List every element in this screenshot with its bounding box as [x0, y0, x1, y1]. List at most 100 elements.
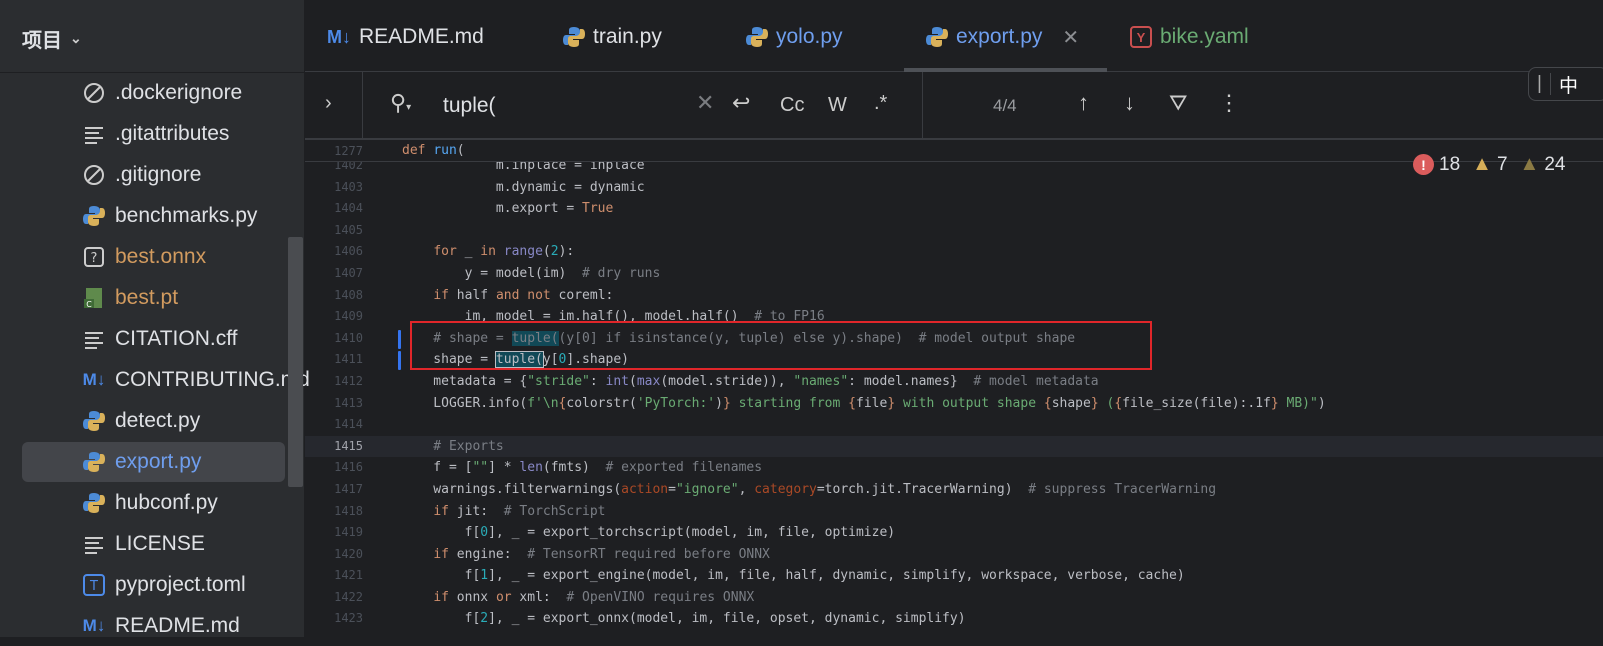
file-item[interactable]: M↓ CONTRIBUTING.md	[22, 360, 310, 400]
code-text: f = [""] * len(fmts) # exported filename…	[402, 457, 762, 479]
unknown-file-icon: ?	[82, 245, 106, 269]
file-name: CONTRIBUTING.md	[115, 368, 310, 391]
code-text: def run(	[402, 140, 465, 162]
tab-label: export.py	[956, 25, 1043, 48]
code-line[interactable]: 1407 y = model(im) # dry runs	[305, 263, 1603, 285]
file-item[interactable]: ? best.onnx	[22, 237, 285, 277]
next-match-icon[interactable]: ↓	[1124, 90, 1135, 116]
line-number: 1418	[334, 503, 363, 518]
file-name: .gitattributes	[115, 122, 230, 145]
file-item[interactable]: .dockerignore	[22, 73, 285, 113]
code-editor[interactable]: 1277 def run( 1402 m.inplace = inplace 140…	[305, 140, 1603, 637]
code-line[interactable]: 1413 LOGGER.info(f'\n {colorstr('PyTorch:…	[305, 393, 1603, 415]
change-marker[interactable]	[398, 351, 401, 371]
more-options-icon[interactable]: ⋮	[1218, 90, 1240, 116]
code-line[interactable]: 1416 f = [""] * len(fmts) # exported fil…	[305, 457, 1603, 479]
expand-replace-icon[interactable]: ›	[325, 92, 332, 115]
tab-yolo[interactable]: yolo.py	[746, 22, 843, 52]
whole-words-toggle[interactable]: W	[828, 94, 847, 117]
clear-search-icon[interactable]: ✕	[696, 90, 714, 116]
code-line[interactable]: 1418 if jit: # TorchScript	[305, 501, 1603, 523]
file-item[interactable]: M↓ README.md	[22, 606, 285, 646]
ime-indicator[interactable]: | 中	[1528, 67, 1603, 101]
tab-readme[interactable]: M↓ README.md	[327, 22, 484, 52]
code-token: MB)"	[1278, 395, 1318, 411]
code-token: =	[668, 481, 676, 497]
code-token: }	[887, 395, 896, 411]
project-view-selector[interactable]: 项目 ⌄	[22, 24, 82, 53]
code-token: }	[722, 395, 731, 411]
tab-train[interactable]: train.py	[563, 22, 662, 52]
file-item[interactable]: LICENSE	[22, 524, 285, 564]
code-token: (	[456, 143, 465, 158]
line-number: 1277	[334, 144, 363, 158]
code-line[interactable]: 1408 if half and not coreml:	[305, 285, 1603, 307]
file-item[interactable]: export.py	[22, 442, 285, 482]
file-name: README.md	[115, 614, 240, 637]
code-line[interactable]: 1404 m.export = True	[305, 198, 1603, 220]
code-token: if	[433, 589, 449, 605]
code-line[interactable]: 1423 f[2], _ = export_onnx(model, im, fi…	[305, 608, 1603, 630]
change-marker[interactable]	[398, 329, 401, 349]
sidebar-scrollbar[interactable]	[288, 237, 303, 487]
code-token: True	[582, 201, 614, 217]
previous-match-icon[interactable]: ↑	[1078, 90, 1089, 116]
code-line[interactable]: 1419 f[0], _ = export_torchscript(model,…	[305, 522, 1603, 544]
code-line[interactable]: 1420 if engine: # TensorRT required befo…	[305, 544, 1603, 566]
code-token: (model.stride)),	[660, 373, 794, 389]
code-line[interactable]: 1415 # Exports	[305, 435, 1603, 458]
code-line[interactable]: 1403 m.dynamic = dynamic	[305, 177, 1603, 199]
code-token: run	[433, 143, 457, 158]
code-line[interactable]: 1417 warnings.filterwarnings(action="ign…	[305, 479, 1603, 501]
file-item[interactable]: hubconf.py	[22, 483, 285, 523]
newline-icon[interactable]: ↩	[732, 90, 750, 116]
code-text: if half and not coreml:	[402, 285, 613, 307]
code-token: # Exports	[402, 438, 504, 454]
regex-toggle[interactable]: .*	[874, 92, 887, 115]
code-token: "stride"	[527, 373, 590, 389]
file-item[interactable]: .gitignore	[22, 155, 285, 195]
python-icon	[563, 26, 585, 48]
filter-icon[interactable]: ⛛	[1169, 90, 1187, 116]
code-token: metadata = {	[402, 373, 528, 389]
warning-count: 7	[1496, 153, 1508, 175]
text-icon	[82, 532, 106, 556]
ignore-icon	[82, 81, 106, 105]
code-token: (	[542, 244, 551, 260]
file-name: benchmarks.py	[115, 204, 258, 227]
code-token: f = [	[402, 460, 473, 476]
code-text: warnings.filterwarnings(action="ignore",…	[402, 479, 1216, 501]
python-icon	[82, 204, 106, 228]
search-input[interactable]: tuple(	[443, 94, 496, 118]
file-item[interactable]: CITATION.cff	[22, 319, 285, 359]
code-line[interactable]: 1406 for _ in range(2):	[305, 241, 1603, 263]
code-line[interactable]: 1421 f[1], _ = export_engine(model, im, …	[305, 565, 1603, 587]
code-token: range	[503, 244, 543, 260]
file-item[interactable]: .gitattributes	[22, 114, 285, 154]
code-text: if engine: # TensorRT required before ON…	[402, 544, 770, 566]
match-case-toggle[interactable]: Cc	[780, 94, 804, 117]
search-history-icon[interactable]: ⚲▾	[390, 90, 411, 116]
text-icon	[82, 122, 106, 146]
code-token: in	[480, 244, 496, 260]
tab-bike-yaml[interactable]: Ybike.yaml	[1130, 22, 1249, 52]
weak-warning-count: 24	[1544, 153, 1566, 175]
code-text: f[1], _ = export_engine(model, im, file,…	[402, 565, 1185, 587]
markdown-icon: M↓	[82, 616, 106, 635]
code-line[interactable]: 1422 if onnx or xml: # OpenVINO requires…	[305, 587, 1603, 609]
code-token: ,	[738, 481, 755, 497]
file-item[interactable]: Cbest.pt	[22, 278, 285, 318]
sticky-line[interactable]: 1277 def run(	[305, 140, 1603, 162]
tab-export[interactable]: export.py ✕	[926, 22, 1079, 52]
close-tab-icon[interactable]: ✕	[1062, 25, 1079, 50]
inspection-widget[interactable]: ! 18 ▲ 7 ▲ 24	[1413, 153, 1565, 176]
code-text: y = model(im) # dry runs	[402, 263, 661, 285]
file-item[interactable]: Tpyproject.toml	[22, 565, 285, 605]
code-line[interactable]: 1414	[305, 414, 1603, 436]
file-item[interactable]: benchmarks.py	[22, 196, 285, 236]
line-number: 1420	[334, 546, 363, 561]
code-line[interactable]: 1412 metadata = {"stride": int(max(model…	[305, 371, 1603, 393]
code-line[interactable]: 1405	[305, 220, 1603, 242]
code-text: f[2], _ = export_onnx(model, im, file, o…	[402, 608, 966, 630]
file-item[interactable]: detect.py	[22, 401, 285, 441]
